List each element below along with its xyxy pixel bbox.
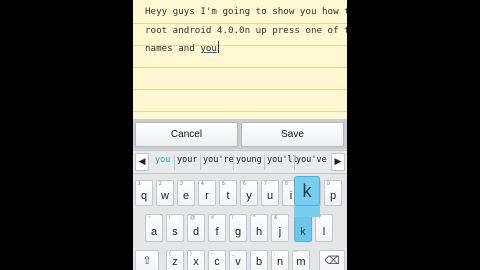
suggestion-separator [294, 155, 295, 170]
suggestion-youve[interactable]: you've [296, 155, 327, 165]
key-x-label: x [193, 256, 199, 268]
memo-line-3: names and you [145, 41, 219, 54]
key-u[interactable]: 7u [261, 180, 279, 206]
key-s[interactable]: ! s [166, 214, 184, 242]
key-n-label: n [276, 256, 284, 268]
key-preview-popup: k [294, 176, 320, 206]
key-p[interactable]: 0p [324, 180, 342, 206]
key-g-label: g [234, 226, 242, 238]
key-r-label: r [205, 190, 209, 202]
shift-key-icon[interactable]: ⇧ [135, 250, 159, 270]
key-w[interactable]: 2w [156, 180, 174, 206]
key-q[interactable]: 1q [135, 180, 153, 206]
key-s-label: s [172, 226, 178, 238]
suggestion-your[interactable]: your [177, 155, 197, 165]
key-h-alt: ^ [253, 215, 256, 221]
suggestion-youre[interactable]: you're [203, 155, 234, 165]
key-t-alt: 5 [222, 181, 225, 187]
suggestion-separator [174, 155, 175, 170]
key-b[interactable]: :b [250, 250, 268, 270]
key-d[interactable]: @ d [187, 214, 205, 242]
key-z-label: z [172, 256, 178, 268]
suggestion-separator [233, 155, 234, 170]
key-j[interactable]: & j [271, 214, 289, 242]
key-g-alt: / [232, 215, 234, 221]
text-cursor [217, 41, 219, 53]
key-c[interactable]: -c [208, 250, 226, 270]
key-k-label: k [300, 226, 306, 238]
backspace-key-icon[interactable]: ⌫ [319, 250, 345, 270]
key-p-label: p [329, 190, 337, 202]
phone-screen: Heyy guys I'm going to show you how to r… [133, 0, 347, 270]
key-l-label: l [322, 226, 326, 238]
key-a-label: a [150, 226, 158, 238]
key-f-alt: # [211, 215, 214, 221]
key-a-alt: ~ [148, 215, 151, 221]
key-k[interactable]: * k [294, 214, 312, 242]
key-w-label: w [161, 190, 169, 202]
suggestion-bar: ◀ you your you're young you'll you've ▶ [133, 150, 347, 174]
memo-line-2: root android 4.0.0n up press one of thos… [145, 25, 347, 36]
suggestion-young[interactable]: young [236, 155, 262, 165]
key-z[interactable]: (z [166, 250, 184, 270]
key-v[interactable]: _ v [229, 250, 247, 270]
key-p-alt: 0 [327, 181, 330, 187]
suggestion-left-arrow-icon[interactable]: ◀ [135, 153, 149, 171]
key-t-label: t [226, 190, 230, 202]
key-y[interactable]: 6y [240, 180, 258, 206]
suggestion-right-arrow-icon[interactable]: ▶ [331, 153, 345, 171]
key-y-alt: 6 [243, 181, 246, 187]
action-bar: Cancel Save [133, 119, 347, 149]
key-e-alt: 3 [180, 181, 183, 187]
key-m[interactable]: " m [292, 250, 310, 270]
key-f-label: f [215, 226, 219, 238]
key-s-alt: ! [169, 215, 171, 221]
typed-word: you [200, 43, 217, 54]
suggestion-separator [264, 155, 265, 170]
key-n[interactable]: ; n [271, 250, 289, 270]
key-v-label: v [235, 256, 241, 268]
key-m-label: m [296, 256, 306, 268]
suggestion-you[interactable]: you [155, 155, 170, 165]
key-j-alt: & [274, 215, 278, 221]
key-u-alt: 7 [264, 181, 267, 187]
key-x[interactable]: ) x [187, 250, 205, 270]
suggestion-separator [200, 155, 201, 170]
key-h[interactable]: ^ h [250, 214, 268, 242]
key-i-alt: 8 [285, 181, 288, 187]
key-h-label: h [255, 226, 263, 238]
key-c-label: c [214, 256, 220, 268]
key-q-label: q [140, 190, 148, 202]
cancel-button[interactable]: Cancel [135, 122, 238, 147]
key-e-label: e [182, 190, 190, 202]
key-t[interactable]: 5t [219, 180, 237, 206]
key-r-alt: 4 [201, 181, 204, 187]
key-u-label: u [266, 190, 274, 202]
key-y-label: y [246, 190, 252, 202]
key-q-alt: 1 [138, 181, 141, 187]
memo-line-1: Heyy guys I'm going to show you how to [145, 6, 347, 17]
key-g[interactable]: / g [229, 214, 247, 242]
memo-line-3-text: names and [145, 43, 201, 54]
key-j-label: j [278, 226, 282, 238]
key-preview-tail [294, 205, 320, 217]
save-button[interactable]: Save [241, 122, 344, 147]
key-l[interactable]: ? l [315, 214, 333, 242]
memo-text-area[interactable]: Heyy guys I'm going to show you how to r… [133, 0, 347, 119]
key-w-alt: 2 [159, 181, 162, 187]
key-e[interactable]: 3e [177, 180, 195, 206]
key-b-label: b [255, 256, 263, 268]
key-f[interactable]: # f [208, 214, 226, 242]
key-d-label: d [192, 226, 200, 238]
key-d-alt: @ [190, 215, 196, 221]
key-r[interactable]: 4r [198, 180, 216, 206]
key-a[interactable]: ~ a [145, 214, 163, 242]
